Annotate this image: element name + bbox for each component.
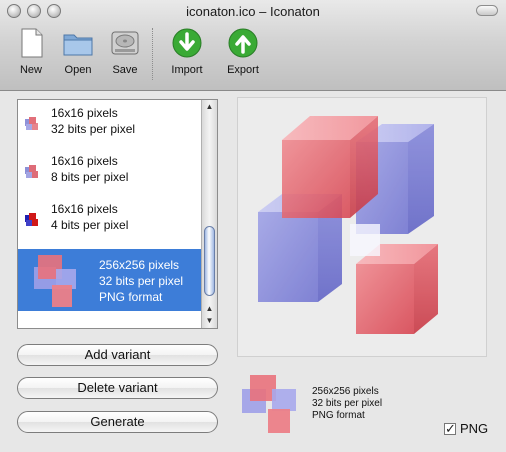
folder-icon bbox=[63, 34, 93, 56]
list-scrollbar[interactable]: ▲ ▲ ▼ bbox=[201, 100, 217, 328]
variant-row-16-32[interactable]: 16x16 pixels 32 bits per pixel bbox=[18, 100, 202, 148]
png-checkbox[interactable]: PNG bbox=[444, 421, 489, 437]
new-label: New bbox=[19, 64, 42, 76]
title-toolbar-area: iconaton.ico – Iconaton New Open Save Im… bbox=[0, 0, 506, 91]
save-button[interactable]: Save bbox=[99, 26, 151, 76]
cube-thumbnail-icon bbox=[25, 165, 38, 178]
variant-row-16-8[interactable]: 16x16 pixels 8 bits per pixel bbox=[18, 148, 202, 196]
scrollbar-thumb[interactable] bbox=[204, 226, 215, 296]
variant-row-256-png[interactable]: 256x256 pixels 32 bits per pixel PNG forma… bbox=[18, 249, 202, 311]
preview-info: 256x256 pixels 32 bits per pixel PNG for… bbox=[312, 386, 383, 421]
cube-thumbnail-icon bbox=[25, 213, 38, 226]
export-button[interactable]: Export bbox=[217, 26, 269, 76]
cube-thumbnail-icon bbox=[34, 255, 76, 307]
variant-row-16-4[interactable]: 16x16 pixels 4 bits per pixel bbox=[18, 196, 202, 244]
toolbar-toggle-button[interactable] bbox=[476, 5, 498, 16]
scroll-down-icon[interactable]: ▼ bbox=[202, 314, 217, 327]
variant-list[interactable]: 16x16 pixels 32 bits per pixel 16x16 pixe… bbox=[17, 99, 218, 329]
generate-button[interactable]: Generate bbox=[17, 411, 218, 433]
export-label: Export bbox=[227, 64, 259, 76]
cubes-preview-image bbox=[258, 116, 438, 334]
new-button[interactable]: New bbox=[5, 26, 57, 76]
app-window: iconaton.ico – Iconaton New Open Save Im… bbox=[0, 0, 506, 452]
toolbar-separator bbox=[152, 28, 154, 80]
variant-text: 256x256 pixels 32 bits per pixel PNG forma… bbox=[99, 258, 184, 304]
selected-variant-thumbnail-icon bbox=[242, 375, 296, 433]
save-label: Save bbox=[112, 64, 138, 76]
variant-text: 16x16 pixels 32 bits per pixel bbox=[51, 106, 136, 136]
icon-preview bbox=[237, 97, 487, 357]
variant-text: 16x16 pixels 4 bits per pixel bbox=[51, 202, 129, 232]
cube-thumbnail-icon bbox=[25, 117, 38, 130]
open-button[interactable]: Open bbox=[52, 26, 104, 76]
import-button[interactable]: Import bbox=[161, 26, 213, 76]
hard-drive-icon bbox=[111, 31, 139, 55]
scroll-up-icon[interactable]: ▲ bbox=[202, 100, 217, 113]
import-label: Import bbox=[171, 64, 203, 76]
window-title: iconaton.ico – Iconaton bbox=[186, 4, 320, 19]
variant-text: 16x16 pixels 8 bits per pixel bbox=[51, 154, 129, 184]
png-label: PNG bbox=[460, 421, 489, 436]
checkbox-checked-icon[interactable] bbox=[444, 421, 456, 437]
new-document-icon bbox=[21, 28, 43, 58]
add-variant-button[interactable]: Add variant bbox=[17, 344, 218, 366]
arrow-down-icon bbox=[172, 28, 202, 58]
delete-variant-button[interactable]: Delete variant bbox=[17, 377, 218, 399]
open-label: Open bbox=[64, 64, 92, 76]
arrow-up-icon bbox=[228, 28, 258, 58]
